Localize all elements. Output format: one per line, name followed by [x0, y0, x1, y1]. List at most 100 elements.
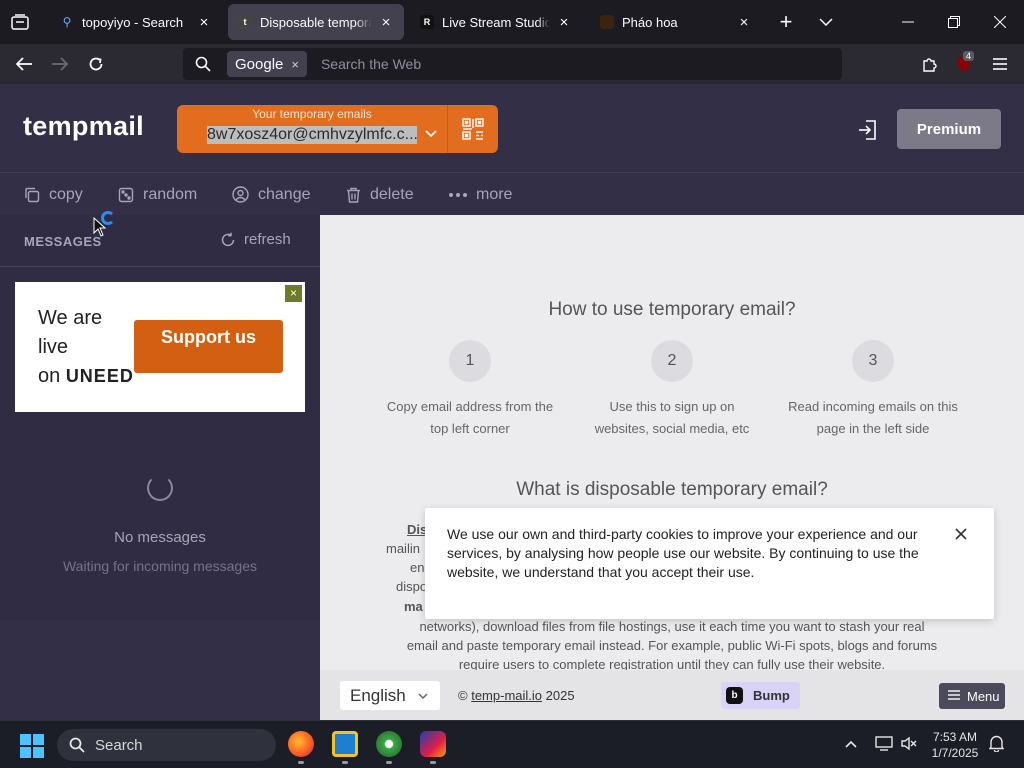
search-icon — [69, 737, 85, 753]
paragraph-fragment: ma — [404, 599, 423, 614]
extensions-puzzle-icon[interactable] — [913, 48, 945, 80]
what-is-title: What is disposable temporary email? — [516, 479, 828, 500]
menu-label: Menu — [967, 688, 1000, 704]
ad-line: on — [38, 365, 61, 387]
search-favicon-icon: ⚲ — [62, 15, 72, 29]
tab-list-button[interactable] — [0, 0, 40, 44]
ad-banner[interactable]: We are live on UNEED Support us × — [15, 282, 305, 412]
qr-code-button[interactable] — [447, 105, 498, 153]
search-icon — [195, 56, 211, 72]
more-button[interactable]: more — [449, 173, 512, 216]
tab-close-icon[interactable]: × — [378, 14, 394, 31]
paragraph-fragment: mailin — [386, 541, 420, 556]
restream-favicon-icon: R — [420, 15, 434, 29]
refresh-label: refresh — [244, 231, 291, 248]
inbox-panel: MESSAGES refresh We are live on UNEED Su… — [0, 215, 320, 620]
bump-logo-icon: b — [726, 687, 743, 704]
url-bar[interactable]: Google × Search the Web — [183, 48, 842, 80]
site-logo[interactable]: tempmail — [23, 111, 144, 142]
site-header: tempmail Your temporary emails 8w7xosz4o… — [0, 84, 1024, 172]
messages-title: MESSAGES — [24, 234, 102, 249]
change-button[interactable]: change — [232, 173, 311, 216]
busy-cursor-icon — [101, 211, 115, 225]
site-footer: English © temp-mail.io 2025 b Bump Menu — [320, 670, 1024, 720]
tab-close-icon[interactable]: × — [556, 14, 572, 31]
delete-button[interactable]: delete — [346, 173, 414, 216]
hamburger-menu-icon[interactable] — [984, 48, 1016, 80]
green-app-icon[interactable] — [376, 731, 402, 757]
close-icon[interactable] — [955, 524, 967, 545]
tab-search[interactable]: ⚲ topoyiyo - Search × — [50, 4, 222, 40]
new-tab-icon[interactable]: + — [766, 0, 806, 44]
back-arrow-icon[interactable] — [8, 48, 40, 80]
app-running-indicator — [430, 761, 436, 764]
copyright-year: 2025 — [545, 688, 575, 703]
url-placeholder: Search the Web — [320, 56, 422, 72]
premium-button[interactable]: Premium — [897, 109, 1001, 149]
uneed-logo: UNEED — [65, 366, 134, 386]
paragraph-fragment: en — [410, 560, 425, 575]
remove-engine-icon[interactable]: × — [291, 57, 299, 72]
random-button[interactable]: random — [118, 173, 197, 216]
studio-app-icon[interactable] — [420, 731, 446, 757]
qr-code-icon — [462, 118, 484, 140]
inbox-header: MESSAGES refresh — [0, 215, 320, 267]
taskbar-search[interactable]: Search — [57, 729, 276, 761]
app-running-indicator — [386, 761, 392, 764]
menu-bars-icon — [948, 689, 960, 703]
tab-phao-hoa[interactable]: Pháo hoa × — [590, 4, 762, 40]
email-address[interactable]: 8w7xosz4or@cmhvzylmfc.c... — [207, 126, 417, 144]
tab-title: Disposable temporary e — [260, 14, 372, 30]
navigation-bar: Google × Search the Web 4 — [0, 44, 1024, 84]
windows-start-icon[interactable] — [20, 734, 44, 758]
close-window-icon[interactable] — [980, 0, 1020, 44]
minimize-icon[interactable] — [888, 0, 928, 44]
logout-icon[interactable] — [856, 118, 880, 142]
inbox-panel-footer — [0, 620, 320, 720]
cookie-consent-popup: We use our own and third-party cookies t… — [425, 508, 994, 619]
tempmail-favicon-icon: t — [238, 15, 252, 29]
refresh-icon — [221, 232, 235, 246]
copyright-symbol: © — [458, 688, 468, 703]
tab-overflow-chevron-icon[interactable] — [806, 0, 846, 44]
notification-bell-icon[interactable] — [988, 735, 1005, 755]
language-select[interactable]: English — [340, 681, 440, 710]
search-engine-chip[interactable]: Google × — [227, 51, 307, 77]
bump-button[interactable]: b Bump — [721, 682, 800, 709]
tab-close-icon[interactable]: × — [736, 14, 752, 31]
forward-arrow-icon[interactable] — [44, 48, 76, 80]
site-link[interactable]: temp-mail.io — [471, 688, 542, 703]
volume-muted-icon[interactable] — [901, 736, 917, 754]
ublock-shield-icon[interactable]: 4 — [948, 48, 980, 80]
reload-icon[interactable] — [80, 48, 112, 80]
chevron-down-icon[interactable] — [425, 127, 437, 141]
tab-close-icon[interactable]: × — [196, 14, 212, 31]
trash-icon — [347, 187, 360, 203]
tab-live-stream[interactable]: R Live Stream Studio | Re × — [410, 4, 582, 40]
step-number: 3 — [852, 340, 894, 382]
network-icon[interactable] — [875, 736, 893, 754]
paragraph-line: email and paste temporary email instead.… — [406, 638, 938, 653]
firefox-icon[interactable] — [288, 731, 314, 757]
step-description: Copy email address from the top left cor… — [386, 399, 554, 436]
user-circle-icon — [232, 186, 249, 203]
copy-button[interactable]: copy — [24, 173, 83, 216]
restore-icon[interactable] — [934, 0, 974, 44]
refresh-button[interactable]: refresh — [220, 231, 291, 248]
language-value: English — [350, 685, 406, 705]
show-hidden-icons-chevron-icon[interactable] — [845, 735, 857, 751]
ad-close-icon[interactable]: × — [285, 285, 302, 302]
cookie-text: We use our own and third-party cookies t… — [447, 526, 919, 580]
how-to-title: How to use temporary email? — [548, 299, 796, 320]
app-window-icon[interactable] — [332, 731, 358, 757]
ad-line: live — [38, 336, 69, 358]
support-us-button[interactable]: Support us — [134, 320, 283, 373]
paragraph-line: networks), download files from file host… — [419, 619, 925, 634]
menu-button[interactable]: Menu — [939, 683, 1005, 709]
copy-label: copy — [49, 185, 83, 203]
step-description: Use this to sign up on websites, social … — [594, 399, 750, 436]
email-selector[interactable]: Your temporary emails 8w7xosz4or@cmhvzyl… — [177, 105, 498, 153]
chevron-down-icon — [418, 690, 428, 702]
system-clock[interactable]: 7:53 AM 1/7/2025 — [920, 729, 990, 761]
tab-tempmail[interactable]: t Disposable temporary e × — [228, 4, 404, 40]
